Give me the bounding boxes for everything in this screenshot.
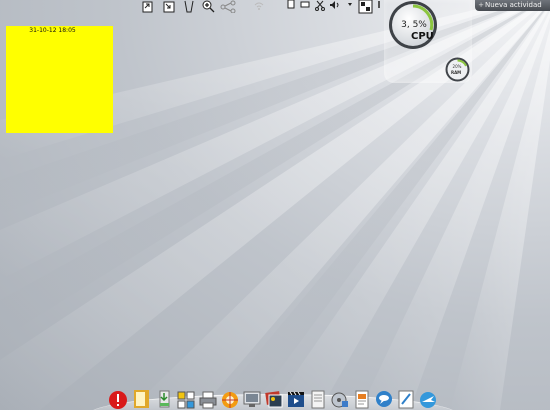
- web-browser-icon[interactable]: [418, 388, 438, 410]
- dock: [105, 378, 445, 410]
- display-icon[interactable]: [300, 0, 314, 13]
- desktop: +Nueva actividad 31-10-12 18:05 3, 5% CP…: [0, 0, 550, 410]
- network-icon[interactable]: [252, 0, 266, 13]
- note-date: 31-10-12 18:05: [29, 27, 76, 34]
- network-settings-icon[interactable]: [220, 388, 240, 410]
- text-editor-icon[interactable]: [396, 388, 416, 410]
- top-toolbar: [140, 0, 380, 14]
- ram-label: RAM: [451, 70, 462, 75]
- cpu-label: CPU: [411, 31, 434, 42]
- trash-icon[interactable]: [182, 0, 196, 13]
- notes-icon[interactable]: [132, 388, 152, 410]
- settings-icon[interactable]: [176, 388, 196, 410]
- screenshot-icon[interactable]: [242, 388, 262, 410]
- clipboard-icon[interactable]: [286, 0, 300, 13]
- logout-icon[interactable]: [108, 388, 128, 410]
- share-icon[interactable]: [220, 0, 236, 13]
- video-player-icon[interactable]: [286, 388, 306, 410]
- chat-icon[interactable]: [374, 388, 394, 410]
- plus-icon: +: [478, 1, 484, 9]
- volume-icon[interactable]: [328, 0, 342, 13]
- cut-icon[interactable]: [314, 0, 328, 13]
- cpu-value: 3, 5%: [401, 20, 427, 30]
- printer-icon[interactable]: [198, 388, 218, 410]
- paste-icon[interactable]: [141, 0, 155, 13]
- sticky-note[interactable]: 31-10-12 18:05: [6, 26, 113, 133]
- document-editor-icon[interactable]: [352, 388, 372, 410]
- workspace-icon[interactable]: [358, 0, 373, 14]
- frame-icon[interactable]: [162, 0, 176, 13]
- disk-tool-icon[interactable]: [330, 388, 350, 410]
- new-activity-button[interactable]: +Nueva actividad: [475, 0, 550, 11]
- zoom-in-icon[interactable]: [201, 0, 215, 13]
- file-manager-icon[interactable]: [308, 388, 328, 410]
- installer-icon[interactable]: [155, 388, 175, 410]
- photo-viewer-icon[interactable]: [264, 388, 284, 410]
- ram-value: 20%: [452, 64, 462, 69]
- new-activity-label: Nueva actividad: [485, 1, 542, 9]
